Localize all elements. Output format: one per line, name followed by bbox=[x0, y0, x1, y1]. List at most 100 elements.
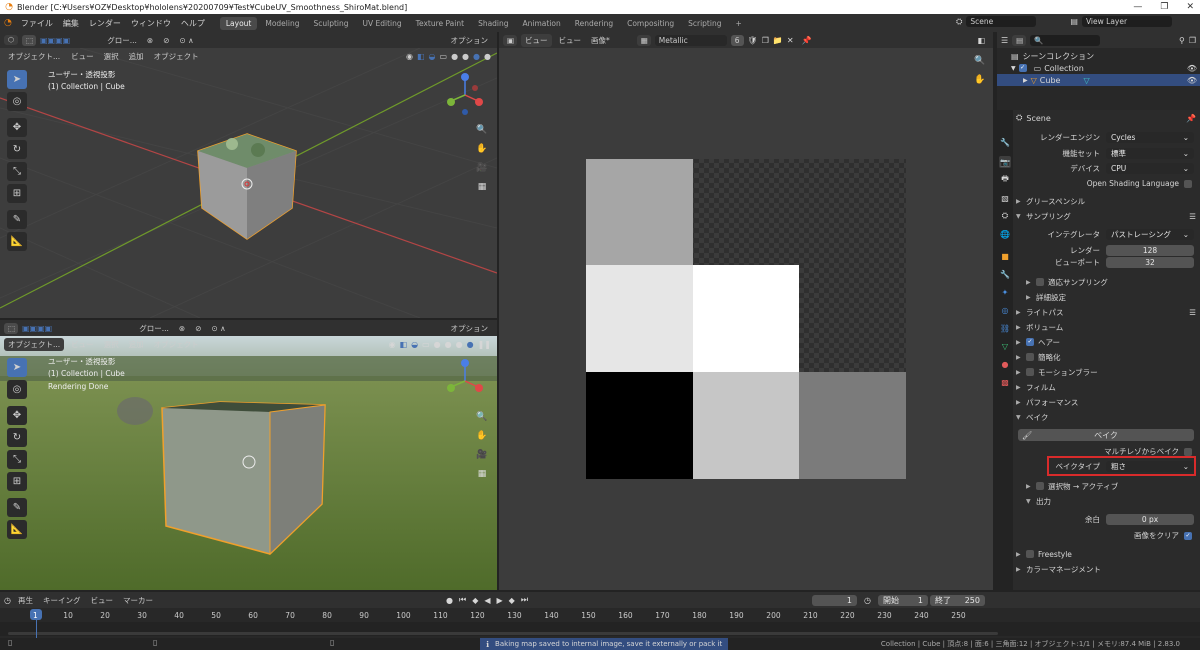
scene-tab-icon[interactable]: ⛭ bbox=[999, 210, 1011, 222]
expand-arrow-icon[interactable]: ▼ bbox=[1011, 65, 1016, 72]
display-mode-icon[interactable]: ▤ bbox=[1012, 34, 1027, 46]
section-advanced[interactable]: ▶ 詳細設定 bbox=[1016, 290, 1196, 304]
pan-hand-icon[interactable]: ✋ bbox=[973, 73, 987, 87]
snap-icon[interactable]: ⊘ bbox=[160, 36, 172, 45]
section-volumes[interactable]: ▶ ボリューム bbox=[1016, 320, 1196, 334]
editor-type-icon[interactable]: ▣ bbox=[503, 34, 517, 46]
ortho-grid-icon[interactable]: ▦ bbox=[475, 467, 489, 481]
record-icon[interactable]: ● bbox=[446, 596, 453, 605]
gizmo-icon[interactable]: ◧ bbox=[400, 340, 408, 349]
editor-type-icon[interactable]: ⬡ bbox=[4, 35, 18, 45]
end-frame-field[interactable]: 終了 250 bbox=[930, 594, 985, 606]
texture-tab-icon[interactable]: ▩ bbox=[999, 376, 1011, 388]
view-mode-dropdown[interactable]: ビュー bbox=[521, 33, 552, 47]
menu-view[interactable]: ビュー bbox=[68, 339, 97, 350]
shading-wireframe-icon[interactable]: ● bbox=[451, 52, 458, 61]
current-frame-field[interactable]: 1 bbox=[812, 594, 857, 606]
editor-type-icon[interactable]: ☰ bbox=[1001, 36, 1008, 45]
camera-icon[interactable]: 🎥 bbox=[475, 448, 489, 462]
tab-uv-editing[interactable]: UV Editing bbox=[357, 17, 408, 30]
menu-object[interactable]: オブジェクト bbox=[151, 51, 202, 62]
select-tool-icon[interactable]: ➤ bbox=[7, 70, 27, 89]
simplify-checkbox[interactable] bbox=[1026, 353, 1034, 361]
eye-icon[interactable]: 👁 bbox=[1187, 76, 1197, 85]
menu-add[interactable]: 追加 bbox=[126, 51, 147, 62]
outliner-collection[interactable]: ▼ ✓ ▭ Collection 👁 bbox=[1011, 62, 1197, 74]
multires-checkbox[interactable] bbox=[1184, 447, 1192, 456]
gizmo-icon[interactable]: ◧ bbox=[417, 52, 425, 61]
bake-type-dropdown[interactable]: 粗さ ⌄ bbox=[1106, 461, 1194, 472]
section-performance[interactable]: ▶ パフォーマンス bbox=[1016, 395, 1196, 409]
annotate-tool-icon[interactable]: ✎ bbox=[7, 498, 27, 517]
blender-menu-icon[interactable]: ◔ bbox=[4, 18, 12, 28]
mode-dropdown[interactable]: オブジェクト... bbox=[4, 337, 65, 351]
section-motion-blur[interactable]: ▶ モーションブラー bbox=[1016, 365, 1196, 379]
new-collection-icon[interactable]: ❐ bbox=[1189, 36, 1196, 45]
fake-user-icon[interactable]: 🛡 bbox=[748, 36, 758, 45]
viewport-samples-field[interactable]: 32 bbox=[1106, 257, 1194, 268]
clock-icon[interactable]: ◷ bbox=[4, 596, 11, 605]
unlink-icon[interactable]: ✕ bbox=[787, 36, 794, 45]
mode-dropdown[interactable]: オブジェクト... bbox=[4, 49, 65, 63]
maximize-icon[interactable]: ❐ bbox=[1160, 2, 1168, 12]
osl-row[interactable]: Open Shading Language bbox=[1016, 177, 1196, 190]
tab-compositing[interactable]: Compositing bbox=[621, 17, 680, 30]
material-tab-icon[interactable]: ● bbox=[999, 358, 1011, 370]
outliner-search[interactable]: 🔍 bbox=[1030, 34, 1101, 46]
measure-tool-icon[interactable]: 📐 bbox=[7, 232, 27, 251]
pan-hand-icon[interactable]: ✋ bbox=[475, 429, 489, 443]
tab-scripting[interactable]: Scripting bbox=[682, 17, 727, 30]
menu-edit[interactable]: 編集 bbox=[58, 18, 84, 29]
tab-animation[interactable]: Animation bbox=[517, 17, 567, 30]
select-box-icon[interactable]: ⬚ bbox=[4, 322, 18, 334]
tab-shading[interactable]: Shading bbox=[472, 17, 514, 30]
feature-set-dropdown[interactable]: 標準 ⌄ bbox=[1106, 148, 1194, 159]
shading-rendered-icon[interactable]: ● bbox=[484, 52, 491, 61]
visibility-icon[interactable]: ◉ bbox=[406, 52, 413, 61]
clear-image-row[interactable]: 画像をクリア ✓ bbox=[1016, 529, 1196, 542]
tab-modeling[interactable]: Modeling bbox=[259, 17, 305, 30]
data-tab-icon[interactable]: ▽ bbox=[999, 340, 1011, 352]
menu-object[interactable]: オブジェクト bbox=[151, 339, 202, 350]
physics-tab-icon[interactable]: ◎ bbox=[999, 304, 1011, 316]
select-tool-icon[interactable]: ➤ bbox=[7, 358, 27, 377]
minimize-icon[interactable]: — bbox=[1133, 2, 1142, 12]
navigation-gizmo-bottom[interactable] bbox=[440, 356, 490, 406]
tool-tab-icon[interactable]: 🔧 bbox=[999, 136, 1011, 148]
move-tool-icon[interactable]: ✥ bbox=[7, 118, 27, 137]
transform-tool-icon[interactable]: ⊞ bbox=[7, 184, 27, 203]
add-workspace-button[interactable]: + bbox=[729, 17, 747, 30]
menu-window[interactable]: ウィンドウ bbox=[126, 18, 176, 29]
transform-tool-icon[interactable]: ⊞ bbox=[7, 472, 27, 491]
image-users-count[interactable]: 6 bbox=[730, 34, 744, 46]
menu-help[interactable]: ヘルプ bbox=[176, 18, 210, 29]
pan-hand-icon[interactable]: ✋ bbox=[475, 142, 489, 156]
hair-checkbox[interactable]: ✓ bbox=[1026, 338, 1034, 346]
menu-view[interactable]: ビュー bbox=[556, 35, 585, 46]
options-dropdown[interactable]: オプション bbox=[448, 35, 492, 46]
pin-icon[interactable]: 📌 bbox=[802, 36, 812, 45]
transform-orientation-dropdown[interactable]: グロー... bbox=[104, 35, 140, 46]
prev-key-icon[interactable]: ◆ bbox=[472, 596, 478, 605]
transform-orientation-dropdown[interactable]: グロー... bbox=[136, 323, 172, 334]
menu-select[interactable]: 選択 bbox=[101, 51, 122, 62]
proportional-icon[interactable]: ⊙ ∧ bbox=[208, 324, 228, 333]
section-grease-pencil[interactable]: ▶ グリースペンシル bbox=[1016, 194, 1196, 208]
shading-wireframe-icon[interactable]: ● bbox=[434, 340, 441, 349]
motion-blur-checkbox[interactable] bbox=[1026, 368, 1034, 376]
presets-icon[interactable]: ☰ bbox=[1189, 308, 1196, 317]
select-box-icon[interactable]: ⬚ bbox=[22, 34, 36, 46]
shading-rendered-icon[interactable]: ● bbox=[467, 340, 474, 349]
tab-rendering[interactable]: Rendering bbox=[569, 17, 619, 30]
measure-tool-icon[interactable]: 📐 bbox=[7, 520, 27, 539]
presets-icon[interactable]: ☰ bbox=[1189, 212, 1196, 221]
output-tab-icon[interactable]: 🖶 bbox=[999, 174, 1011, 186]
menu-marker[interactable]: マーカー bbox=[120, 595, 156, 606]
menu-keying[interactable]: キーイング bbox=[40, 595, 84, 606]
close-icon[interactable]: ✕ bbox=[1186, 2, 1194, 12]
tab-sculpting[interactable]: Sculpting bbox=[307, 17, 354, 30]
play-reverse-icon[interactable]: ◀ bbox=[484, 596, 490, 605]
select-mode-icons[interactable]: ▣▣▣▣ bbox=[40, 36, 70, 45]
menu-view[interactable]: ビュー bbox=[87, 595, 116, 606]
rotate-tool-icon[interactable]: ↻ bbox=[7, 140, 27, 159]
